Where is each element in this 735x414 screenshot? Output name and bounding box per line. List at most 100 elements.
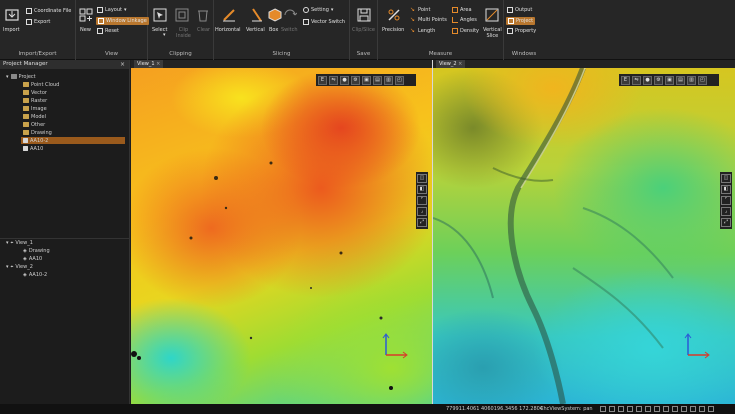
cube-front-icon[interactable]: ◧: [721, 185, 731, 194]
tab-view-2[interactable]: View_2 ×: [436, 60, 466, 68]
tree-item-other[interactable]: Other: [23, 121, 45, 128]
expand-icon: ▾: [6, 239, 9, 246]
top-view-icon[interactable]: [663, 406, 669, 412]
fit-icon[interactable]: [654, 406, 660, 412]
import-icon: [5, 9, 19, 21]
corner-br-icon[interactable]: ⌟: [721, 207, 731, 216]
layer-icon: ◈: [23, 271, 27, 278]
window-linkage-button[interactable]: Window Linkage: [96, 17, 149, 25]
rotate-icon[interactable]: [645, 406, 651, 412]
split-icon[interactable]: ▥: [384, 75, 393, 85]
layers-icon[interactable]: ▤: [676, 75, 685, 85]
precision-icon: [388, 9, 400, 21]
vertical-slice-measure-button[interactable]: Vertical Slice: [483, 27, 502, 39]
tab-view-1[interactable]: View_1 ×: [134, 60, 164, 68]
project-manager-header: Project Manager ×: [0, 60, 129, 69]
tree-item-aa10-2[interactable]: AA10-2: [21, 137, 125, 144]
settings-icon[interactable]: [690, 406, 696, 412]
density-button[interactable]: Density: [452, 28, 479, 34]
switch-button[interactable]: Switch: [281, 27, 298, 34]
view-system-status: ChcViewSystem: pan: [540, 406, 593, 412]
ortho-icon[interactable]: [618, 406, 624, 412]
corner-br-icon[interactable]: ⌟: [417, 207, 427, 216]
measure-icon[interactable]: ⇋: [632, 75, 641, 85]
pan-icon[interactable]: [627, 406, 633, 412]
legend-icon[interactable]: E: [318, 75, 327, 85]
clear-button[interactable]: Clear: [197, 27, 210, 34]
vertical-slice-button[interactable]: Vertical: [246, 27, 265, 34]
fullscreen-icon[interactable]: ◰: [698, 75, 707, 85]
group-label: Slicing: [272, 51, 291, 57]
corner-tl-icon[interactable]: ⌜: [417, 196, 427, 205]
snap-icon[interactable]: [600, 406, 606, 412]
corner-tl-icon[interactable]: ⌜: [721, 196, 731, 205]
gear-icon[interactable]: ⚙: [654, 75, 663, 85]
axis-gizmo-icon: [684, 333, 710, 359]
tree-item-drawing[interactable]: Drawing: [23, 129, 52, 136]
tree-item-view1-aa10[interactable]: ◈ AA10: [23, 255, 42, 262]
horizontal-slice-button[interactable]: Horizontal: [215, 27, 241, 34]
split-icon[interactable]: ▥: [687, 75, 696, 85]
coordinate-file-button[interactable]: Coordinate File: [26, 8, 71, 14]
point-measure-button[interactable]: ↘ Point: [410, 7, 430, 14]
tree-item-raster[interactable]: Raster: [23, 97, 47, 104]
angles-button[interactable]: Angles: [452, 17, 477, 23]
group-slicing: Horizontal Vertical Box Switch Setting ▾ …: [214, 0, 350, 60]
side-view-icon[interactable]: [681, 406, 687, 412]
grid-icon[interactable]: [609, 406, 615, 412]
color-icon[interactable]: ●: [340, 75, 349, 85]
length-button[interactable]: ↘ Length: [410, 28, 435, 35]
area-button[interactable]: Area: [452, 7, 472, 13]
cube-front-icon[interactable]: ◧: [417, 185, 427, 194]
export-button[interactable]: Export: [26, 19, 50, 25]
output-window-button[interactable]: Output: [507, 7, 532, 13]
close-icon[interactable]: ×: [120, 60, 125, 69]
viewport-view-2[interactable]: E ⇋ ● ⚙ ▣ ▤ ▥ ◰ ◫ ◧ ⌜ ⌟ ⤢: [433, 68, 735, 404]
folder-icon: [23, 130, 29, 135]
fullscreen-icon[interactable]: ◰: [395, 75, 404, 85]
tree-item-project[interactable]: ▾ Project: [6, 73, 36, 80]
window-icon[interactable]: ▣: [665, 75, 674, 85]
color-icon[interactable]: ●: [643, 75, 652, 85]
precision-button[interactable]: Precision: [382, 27, 404, 34]
info-icon[interactable]: [708, 406, 714, 412]
measure-icon[interactable]: ⇋: [329, 75, 338, 85]
reset-button[interactable]: Reset: [97, 28, 119, 34]
setting-button[interactable]: Setting ▾: [303, 7, 333, 13]
project-window-button[interactable]: Project: [506, 17, 536, 25]
folder-icon: [23, 106, 29, 111]
close-icon[interactable]: ×: [458, 61, 462, 67]
tree-item-view2-aa10-2[interactable]: ◈ AA10-2: [23, 271, 47, 278]
layout-button[interactable]: Layout ▾: [97, 7, 127, 13]
clip-inside-button[interactable]: Clip Inside: [176, 27, 191, 39]
box-slice-button[interactable]: Box: [269, 27, 278, 34]
import-button[interactable]: Import: [3, 27, 20, 34]
zoom-icon[interactable]: [636, 406, 642, 412]
tree-item-image[interactable]: Image: [23, 105, 47, 112]
tree-item-vector[interactable]: Vector: [23, 89, 47, 96]
viewport-view-1[interactable]: E ⇋ ● ⚙ ▣ ▤ ▥ ◰: [131, 68, 432, 404]
tree-item-point-cloud[interactable]: Point Cloud: [23, 81, 59, 88]
legend-icon[interactable]: E: [621, 75, 630, 85]
clip-slice-save-button[interactable]: Clip/Slice: [352, 27, 375, 34]
vector-switch-button[interactable]: Vector Switch: [303, 19, 345, 25]
gear-icon[interactable]: ⚙: [351, 75, 360, 85]
new-view-button[interactable]: New: [80, 27, 91, 34]
tree-item-aa10[interactable]: AA10: [23, 145, 43, 152]
cube-view-icon[interactable]: ◫: [417, 174, 427, 183]
cube-view-icon[interactable]: ◫: [721, 174, 731, 183]
window-icon[interactable]: ▣: [362, 75, 371, 85]
close-icon[interactable]: ×: [156, 61, 160, 67]
expand-icon[interactable]: ⤢: [721, 218, 731, 227]
multi-points-button[interactable]: ↘ Multi Points: [410, 17, 447, 24]
tree-item-view-1[interactable]: ▾ ⌖ View_1: [6, 239, 33, 246]
tree-item-view-2[interactable]: ▾ ⌖ View_2: [6, 263, 33, 270]
tree-item-view1-drawing[interactable]: ◈ Drawing: [23, 247, 50, 254]
front-view-icon[interactable]: [672, 406, 678, 412]
help-icon[interactable]: [699, 406, 705, 412]
layers-icon[interactable]: ▤: [373, 75, 382, 85]
expand-icon[interactable]: ⤢: [417, 218, 427, 227]
tree-item-model[interactable]: Model: [23, 113, 46, 120]
property-window-button[interactable]: Property: [507, 28, 536, 34]
linkage-icon: [98, 18, 104, 24]
